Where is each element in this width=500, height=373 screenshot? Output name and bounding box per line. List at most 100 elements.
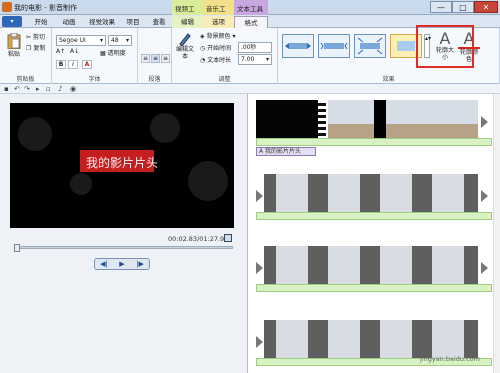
background-color-button[interactable]: ◈ 背景颜色 ▾ [200, 31, 236, 40]
row-start-icon [256, 336, 263, 348]
tab-home[interactable]: 开始 [28, 16, 54, 28]
tab-format[interactable]: 格式 [234, 16, 268, 28]
font-size-select[interactable]: 48 ▾ [108, 35, 132, 46]
cut-button[interactable]: ✂ 剪切 [26, 32, 45, 41]
timer-icon: ◔ [200, 57, 206, 64]
timeline-scrollbar[interactable] [493, 94, 500, 373]
undo-icon[interactable]: ↶ [14, 85, 20, 93]
play-button[interactable]: ▶ [113, 259, 131, 269]
font-size-value: 48 [111, 37, 119, 44]
font-color-button[interactable]: A [82, 60, 92, 69]
edit-text-icon [179, 33, 191, 46]
effect-thumbnail-1[interactable] [282, 34, 314, 58]
bokeh-light [18, 117, 52, 151]
align-left-button[interactable]: ≡ [141, 54, 150, 63]
bold-button[interactable]: B [56, 60, 66, 69]
cut-label: 剪切 [32, 34, 45, 41]
align-right-icon: ≡ [162, 55, 169, 62]
audio-track [256, 212, 492, 220]
minimize-button[interactable]: — [430, 1, 452, 13]
font-color-icon: A [84, 61, 90, 68]
paragraph-group: ≡ ≡ ≡ 段落 [138, 28, 172, 84]
audio-track [256, 284, 492, 292]
preview-pane: ​ 我的影片片头 00:02.83/01:27.94 ◀| ▶ |▶ [0, 94, 248, 373]
preview-caption[interactable]: 我的影片片头 [10, 154, 234, 171]
effect-thumbnail-3[interactable] [354, 34, 386, 58]
caption-text-icon: A [259, 148, 264, 155]
context-video-tools: 视频工具 [172, 0, 203, 23]
redo-icon[interactable]: ↷ [24, 85, 30, 93]
add-video-icon[interactable]: ▸ [36, 85, 40, 93]
tab-view[interactable]: 查看 [146, 16, 172, 28]
text-duration-label: ◔ 文本时长 [200, 55, 231, 64]
highlight-box [416, 25, 474, 68]
align-center-button[interactable]: ≡ [151, 54, 160, 63]
effect-thumbnail-2[interactable] [318, 34, 350, 58]
paste-button[interactable]: 粘贴 [6, 33, 22, 59]
tab-visual-effects[interactable]: 视觉效果 [84, 16, 120, 28]
next-frame-button[interactable]: |▶ [131, 259, 149, 269]
align-right-button[interactable]: ≡ [161, 54, 170, 63]
background-color-label: 背景颜色 [206, 33, 231, 40]
align-center-icon: ≡ [152, 55, 159, 62]
storyboard-timeline: A 我的影片片头 [248, 94, 500, 373]
title-bar: 我的电影 - 影音制作 视频工具 音乐工具 文本工具 — □ ✕ [0, 0, 500, 23]
paint-bucket-icon: ◈ [200, 33, 205, 40]
previous-frame-button[interactable]: ◀| [95, 259, 113, 269]
adjust-group-label: 调整 [218, 76, 231, 83]
effect-1-icon [285, 43, 311, 49]
shrink-font-button[interactable]: A↓ [70, 48, 79, 55]
font-group-label: 字体 [88, 76, 101, 83]
watermark: jingyan.baidu.com [420, 355, 480, 363]
paste-label: 粘贴 [7, 51, 20, 58]
paragraph-group-label: 段落 [148, 76, 161, 83]
tab-edit[interactable]: 编辑 [172, 16, 203, 28]
caption-track-label: 我的影片片头 [265, 148, 302, 155]
start-time-text: 开始时间 [207, 45, 232, 52]
bokeh-light [70, 173, 92, 195]
window-title: 我的电影 - 影音制作 [14, 4, 77, 12]
font-grow-icon: A↑ [56, 48, 66, 55]
transparency-button[interactable]: ▦ 透明度 [100, 48, 126, 57]
add-photo-icon[interactable]: ▫ [46, 85, 51, 93]
preview-screen[interactable]: ​ 我的影片片头 [10, 103, 234, 228]
row-start-icon [256, 262, 263, 274]
maximize-button[interactable]: □ [452, 1, 474, 13]
chevron-down-icon: ▾ [125, 37, 129, 44]
seek-thumb[interactable] [14, 244, 20, 252]
copy-icon: ❐ [26, 45, 32, 52]
row-continue-icon [481, 262, 488, 274]
tab-project[interactable]: 项目 [120, 16, 146, 28]
save-icon[interactable]: ▪ [4, 85, 9, 93]
fullscreen-icon[interactable] [224, 234, 232, 242]
tab-animations[interactable]: 动画 [56, 16, 82, 28]
snapshot-icon[interactable]: ◉ [70, 85, 76, 93]
font-group: Segoe UI ▾ 48 ▾ A↑ A↓ ▦ 透明度 B I A 字体 [52, 28, 138, 84]
transparency-icon: ▦ [100, 50, 106, 57]
edit-text-button[interactable]: 编辑文本 [176, 32, 194, 60]
font-family-select[interactable]: Segoe UI ▾ [56, 35, 106, 46]
tab-options[interactable]: 选项 [203, 16, 234, 28]
text-duration-input[interactable]: 7.00 ▾ [238, 54, 272, 65]
caption-track-item[interactable]: A 我的影片片头 [256, 147, 316, 156]
audio-track [256, 138, 492, 146]
paste-icon [7, 33, 21, 49]
file-menu-button[interactable]: ▾ [2, 16, 22, 27]
italic-button[interactable]: I [68, 60, 78, 69]
timeline-row [256, 246, 492, 296]
playback-controls: ◀| ▶ |▶ [94, 258, 150, 270]
clipboard-group: 粘贴 ✂ 剪切 ❐ 复制 剪贴板 [0, 28, 52, 84]
chevron-down-icon: ▾ [99, 37, 103, 44]
font-family-value: Segoe UI [59, 37, 86, 44]
row-continue-icon [481, 116, 488, 128]
copy-button[interactable]: ❐ 复制 [26, 43, 45, 52]
close-button[interactable]: ✕ [474, 1, 498, 13]
seek-bar[interactable] [14, 244, 233, 252]
start-time-label: ◷ 开始时间 [200, 43, 231, 52]
transparency-label: 透明度 [107, 50, 126, 57]
start-time-input[interactable]: .00秒 [238, 42, 272, 53]
effect-3-icon [357, 37, 383, 55]
add-music-icon[interactable]: ♪ [58, 85, 62, 93]
grow-font-button[interactable]: A↑ [56, 48, 65, 55]
text-duration-value: 7.00 [241, 56, 255, 63]
